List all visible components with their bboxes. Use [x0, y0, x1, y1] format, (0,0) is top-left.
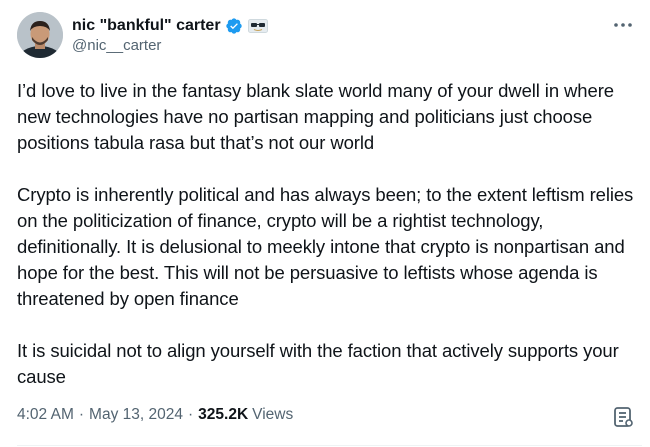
- tweet-card: nic "bankful" carter @nic__carter I’d lo…: [0, 0, 650, 447]
- tweet-date[interactable]: May 13, 2024: [89, 406, 183, 424]
- tweet-paragraph: It is suicidal not to align yourself wit…: [17, 340, 619, 387]
- tweet-text: I’d love to live in the fantasy blank sl…: [17, 78, 642, 390]
- more-options-icon[interactable]: [610, 14, 636, 36]
- avatar[interactable]: [17, 12, 63, 58]
- tweet-time[interactable]: 4:02 AM: [17, 406, 74, 424]
- meta-separator: ·: [187, 406, 194, 423]
- community-notes-icon[interactable]: [611, 405, 635, 429]
- tweet-paragraph: I’d love to live in the fantasy blank sl…: [17, 80, 614, 153]
- sunglasses-emoji-icon: [247, 19, 268, 33]
- tweet-paragraph: Crypto is inherently political and has a…: [17, 184, 634, 309]
- divider: [17, 445, 642, 446]
- author-name-row: nic "bankful" carter: [72, 16, 268, 36]
- author-display-name[interactable]: nic "bankful" carter: [72, 17, 221, 35]
- meta-separator: ·: [78, 406, 85, 423]
- views-label: Views: [252, 406, 294, 423]
- verified-badge-icon[interactable]: [225, 17, 243, 35]
- tweet-metadata: 4:02 AM · May 13, 2024 · 325.2K Views: [17, 406, 293, 424]
- author-handle[interactable]: @nic__carter: [72, 37, 161, 54]
- views-count: 325.2K: [198, 406, 249, 423]
